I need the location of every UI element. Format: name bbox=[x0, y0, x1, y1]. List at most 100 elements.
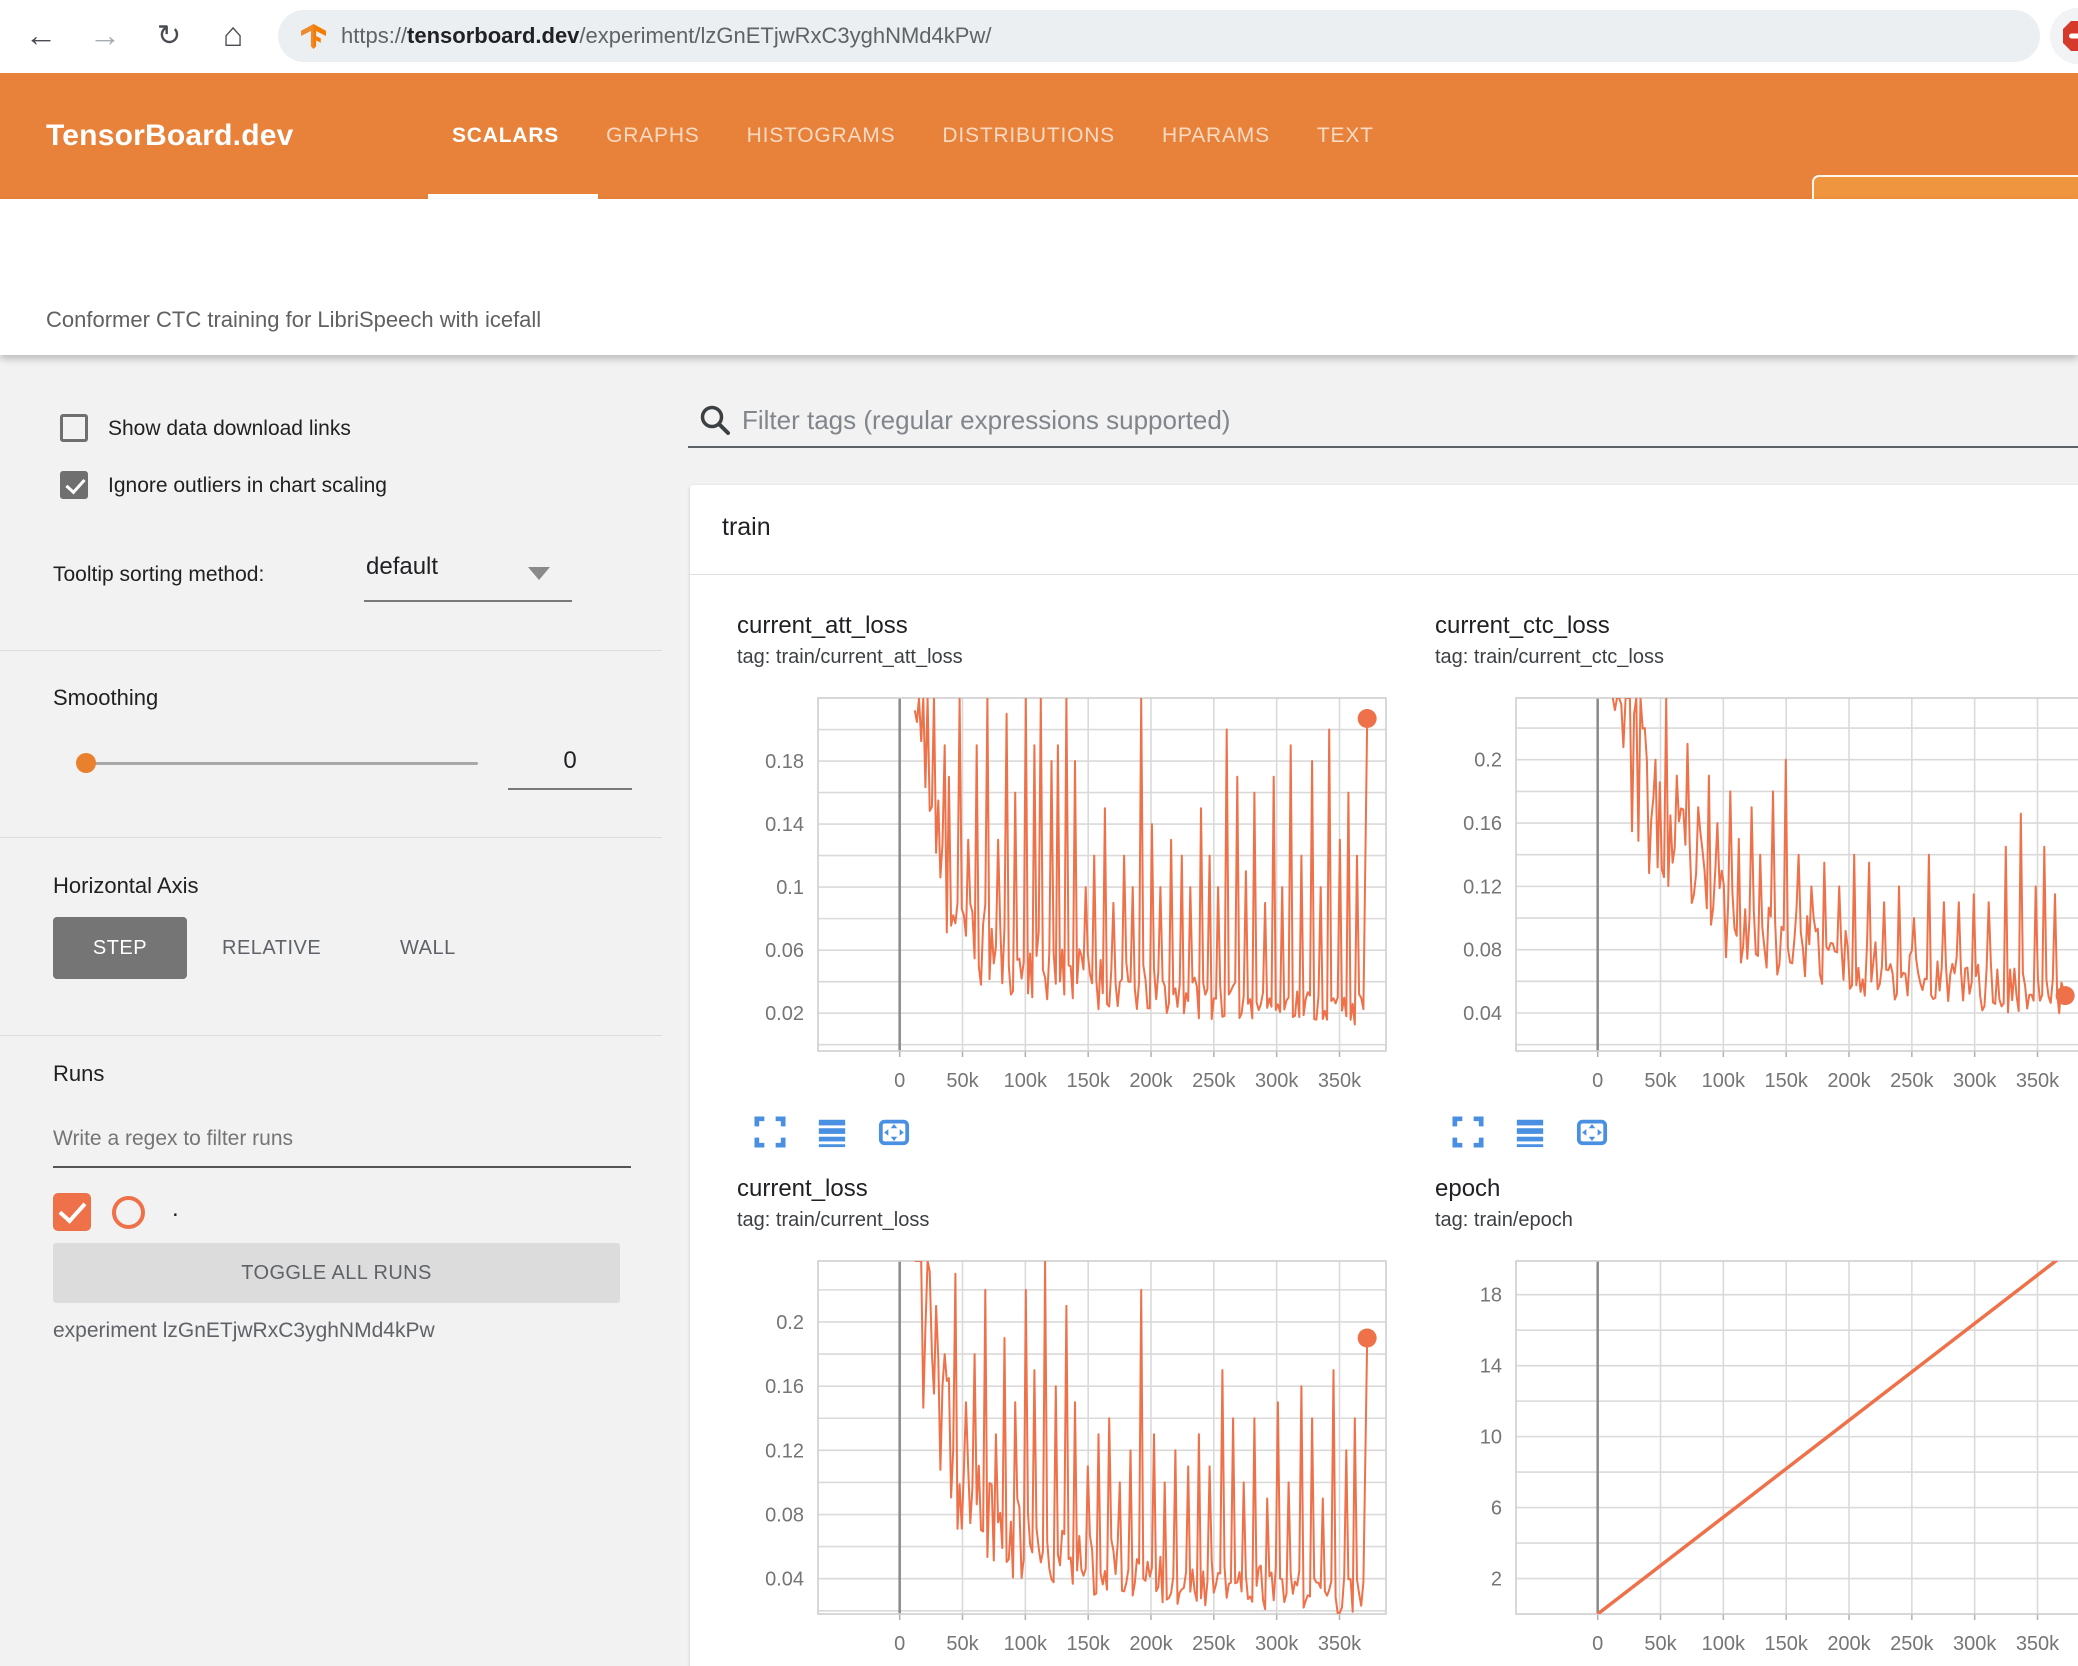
svg-text:150k: 150k bbox=[1066, 1070, 1110, 1092]
ignore-outliers-label: Ignore outliers in chart scaling bbox=[108, 474, 387, 497]
svg-text:0: 0 bbox=[1592, 1633, 1603, 1655]
experiment-id-caption: experiment lzGnETjwRxC3yghNMd4kPw bbox=[53, 1319, 435, 1342]
fit-data-icon[interactable] bbox=[816, 1116, 848, 1148]
axis-wall-button[interactable]: WALL bbox=[400, 937, 456, 960]
tooltip-sorting-select[interactable]: default bbox=[366, 553, 438, 581]
run-color-swatch[interactable] bbox=[112, 1196, 145, 1229]
sidebar-divider bbox=[0, 1035, 662, 1036]
group-title[interactable]: train bbox=[722, 513, 771, 542]
svg-text:14: 14 bbox=[1480, 1356, 1502, 1378]
svg-text:50k: 50k bbox=[1644, 1633, 1677, 1655]
toggle-all-runs-button[interactable]: TOGGLE ALL RUNS bbox=[53, 1243, 620, 1303]
axis-step-button[interactable]: STEP bbox=[53, 917, 187, 979]
svg-text:0.2: 0.2 bbox=[1474, 750, 1502, 772]
stop-octagon-icon bbox=[2063, 21, 2078, 51]
fullscreen-icon[interactable] bbox=[754, 1116, 786, 1148]
chart-plot-current_att_loss[interactable]: 0 50k 100k 150k 200k 250k 300k 350k 0.02 0.06 0.1 0… bbox=[714, 678, 1404, 1110]
tab-hparams[interactable]: HPARAMS bbox=[1162, 124, 1270, 148]
nav-tabs: SCALARS GRAPHS HISTOGRAMS DISTRIBUTIONS HPAR… bbox=[452, 73, 1374, 199]
series-end-marker bbox=[1357, 1328, 1377, 1348]
tensorboard-favicon bbox=[301, 23, 326, 49]
svg-text:18: 18 bbox=[1480, 1285, 1502, 1307]
tooltip-sorting-label: Tooltip sorting method: bbox=[53, 563, 265, 586]
tab-distributions[interactable]: DISTRIBUTIONS bbox=[942, 124, 1115, 148]
experiment-title: Conformer CTC training for LibriSpeech w… bbox=[46, 307, 542, 332]
smoothing-label: Smoothing bbox=[53, 685, 159, 710]
svg-text:0.02: 0.02 bbox=[765, 1003, 804, 1025]
card-divider bbox=[690, 574, 2078, 575]
fit-data-icon[interactable] bbox=[1514, 1116, 1546, 1148]
runs-filter-input[interactable]: Write a regex to filter runs bbox=[53, 1127, 293, 1151]
tab-text[interactable]: TEXT bbox=[1317, 124, 1374, 148]
series-line bbox=[1611, 698, 2067, 1015]
chart-block-current_ctc_loss: current_ctc_loss tag: train/current_ctc_l… bbox=[1412, 608, 2078, 1174]
svg-text:0.06: 0.06 bbox=[765, 940, 804, 962]
show-download-links-checkbox[interactable] bbox=[60, 414, 88, 442]
pan-zoom-icon[interactable] bbox=[1576, 1116, 1608, 1148]
run-checkbox[interactable] bbox=[53, 1193, 91, 1231]
series-end-marker bbox=[2055, 986, 2075, 1006]
run-name-label: . bbox=[172, 1195, 179, 1222]
svg-text:200k: 200k bbox=[1129, 1070, 1173, 1092]
svg-text:300k: 300k bbox=[1953, 1633, 1997, 1655]
experiment-title-bar: Conformer CTC training for LibriSpeech w… bbox=[0, 199, 2078, 355]
svg-text:350k: 350k bbox=[1318, 1633, 1362, 1655]
url-bar[interactable]: https://tensorboard.dev/experiment/lzGnE… bbox=[278, 10, 2040, 62]
tab-scalars[interactable]: SCALARS bbox=[452, 124, 559, 148]
svg-text:0: 0 bbox=[894, 1633, 905, 1655]
axis-relative-button[interactable]: RELATIVE bbox=[222, 937, 321, 960]
smoothing-slider-track[interactable] bbox=[85, 762, 478, 765]
chart-toolbar bbox=[1452, 1116, 1608, 1148]
chart-toolbar bbox=[754, 1116, 910, 1148]
svg-text:50k: 50k bbox=[946, 1070, 979, 1092]
smoothing-slider-thumb[interactable] bbox=[76, 753, 96, 773]
chart-plot-current_ctc_loss[interactable]: 0 50k 100k 150k 200k 250k 300k 350k 0.04 0.08 0.12… bbox=[1412, 678, 2078, 1110]
series-line bbox=[914, 1261, 1369, 1614]
tab-graphs[interactable]: GRAPHS bbox=[606, 124, 700, 148]
filter-tags-input[interactable]: Filter tags (regular expressions support… bbox=[742, 405, 1230, 436]
svg-text:100k: 100k bbox=[1004, 1633, 1048, 1655]
svg-text:6: 6 bbox=[1491, 1498, 1502, 1520]
svg-text:50k: 50k bbox=[946, 1633, 979, 1655]
chart-plot-epoch[interactable]: 0 50k 100k 150k 200k 250k 300k 350k 2 6 10 14 18 bbox=[1412, 1241, 2078, 1666]
svg-text:300k: 300k bbox=[1255, 1633, 1299, 1655]
svg-text:200k: 200k bbox=[1827, 1070, 1871, 1092]
svg-text:0: 0 bbox=[1592, 1070, 1603, 1092]
svg-text:0.12: 0.12 bbox=[1463, 876, 1502, 898]
search-icon bbox=[700, 405, 730, 435]
pan-zoom-icon[interactable] bbox=[878, 1116, 910, 1148]
svg-text:50k: 50k bbox=[1644, 1070, 1677, 1092]
reload-icon[interactable]: ↻ bbox=[146, 9, 192, 61]
svg-text:0.16: 0.16 bbox=[1463, 813, 1502, 835]
fullscreen-icon[interactable] bbox=[1452, 1116, 1484, 1148]
chart-plot-current_loss[interactable]: 0 50k 100k 150k 200k 250k 300k 350k 0.04 0.08 0.12… bbox=[714, 1241, 1404, 1666]
tooltip-sorting-underline bbox=[364, 600, 572, 602]
home-icon[interactable]: ⌂ bbox=[210, 9, 256, 61]
chart-title: epoch bbox=[1435, 1175, 1501, 1202]
tab-histograms[interactable]: HISTOGRAMS bbox=[747, 124, 896, 148]
extension-badge-icon[interactable] bbox=[2050, 8, 2078, 64]
svg-text:0: 0 bbox=[894, 1070, 905, 1092]
chart-block-current_loss: current_loss tag: train/current_loss 0 50k 1… bbox=[714, 1171, 1404, 1666]
svg-text:350k: 350k bbox=[2016, 1633, 2060, 1655]
forward-icon[interactable]: → bbox=[82, 9, 128, 61]
content-area: Show data download links Ignore outliers… bbox=[0, 355, 2078, 1666]
svg-text:300k: 300k bbox=[1953, 1070, 1997, 1092]
chart-tag: tag: train/epoch bbox=[1435, 1209, 1573, 1231]
svg-text:350k: 350k bbox=[1318, 1070, 1362, 1092]
svg-text:0.12: 0.12 bbox=[765, 1440, 804, 1462]
chart-tag: tag: train/current_loss bbox=[737, 1209, 930, 1231]
show-download-links-label: Show data download links bbox=[108, 417, 351, 440]
svg-text:250k: 250k bbox=[1890, 1633, 1934, 1655]
svg-text:0.14: 0.14 bbox=[765, 814, 804, 836]
chevron-down-icon[interactable] bbox=[528, 567, 550, 580]
svg-text:350k: 350k bbox=[2016, 1070, 2060, 1092]
train-card: train current_att_loss tag: train/current… bbox=[690, 485, 2078, 1666]
back-icon[interactable]: ← bbox=[18, 9, 64, 61]
app-logo[interactable]: TensorBoard.dev bbox=[46, 73, 294, 199]
smoothing-value-underline bbox=[508, 788, 632, 790]
svg-text:100k: 100k bbox=[1702, 1633, 1746, 1655]
smoothing-value[interactable]: 0 bbox=[508, 747, 632, 775]
filter-tags-underline bbox=[688, 446, 2078, 448]
ignore-outliers-checkbox[interactable] bbox=[60, 471, 88, 499]
